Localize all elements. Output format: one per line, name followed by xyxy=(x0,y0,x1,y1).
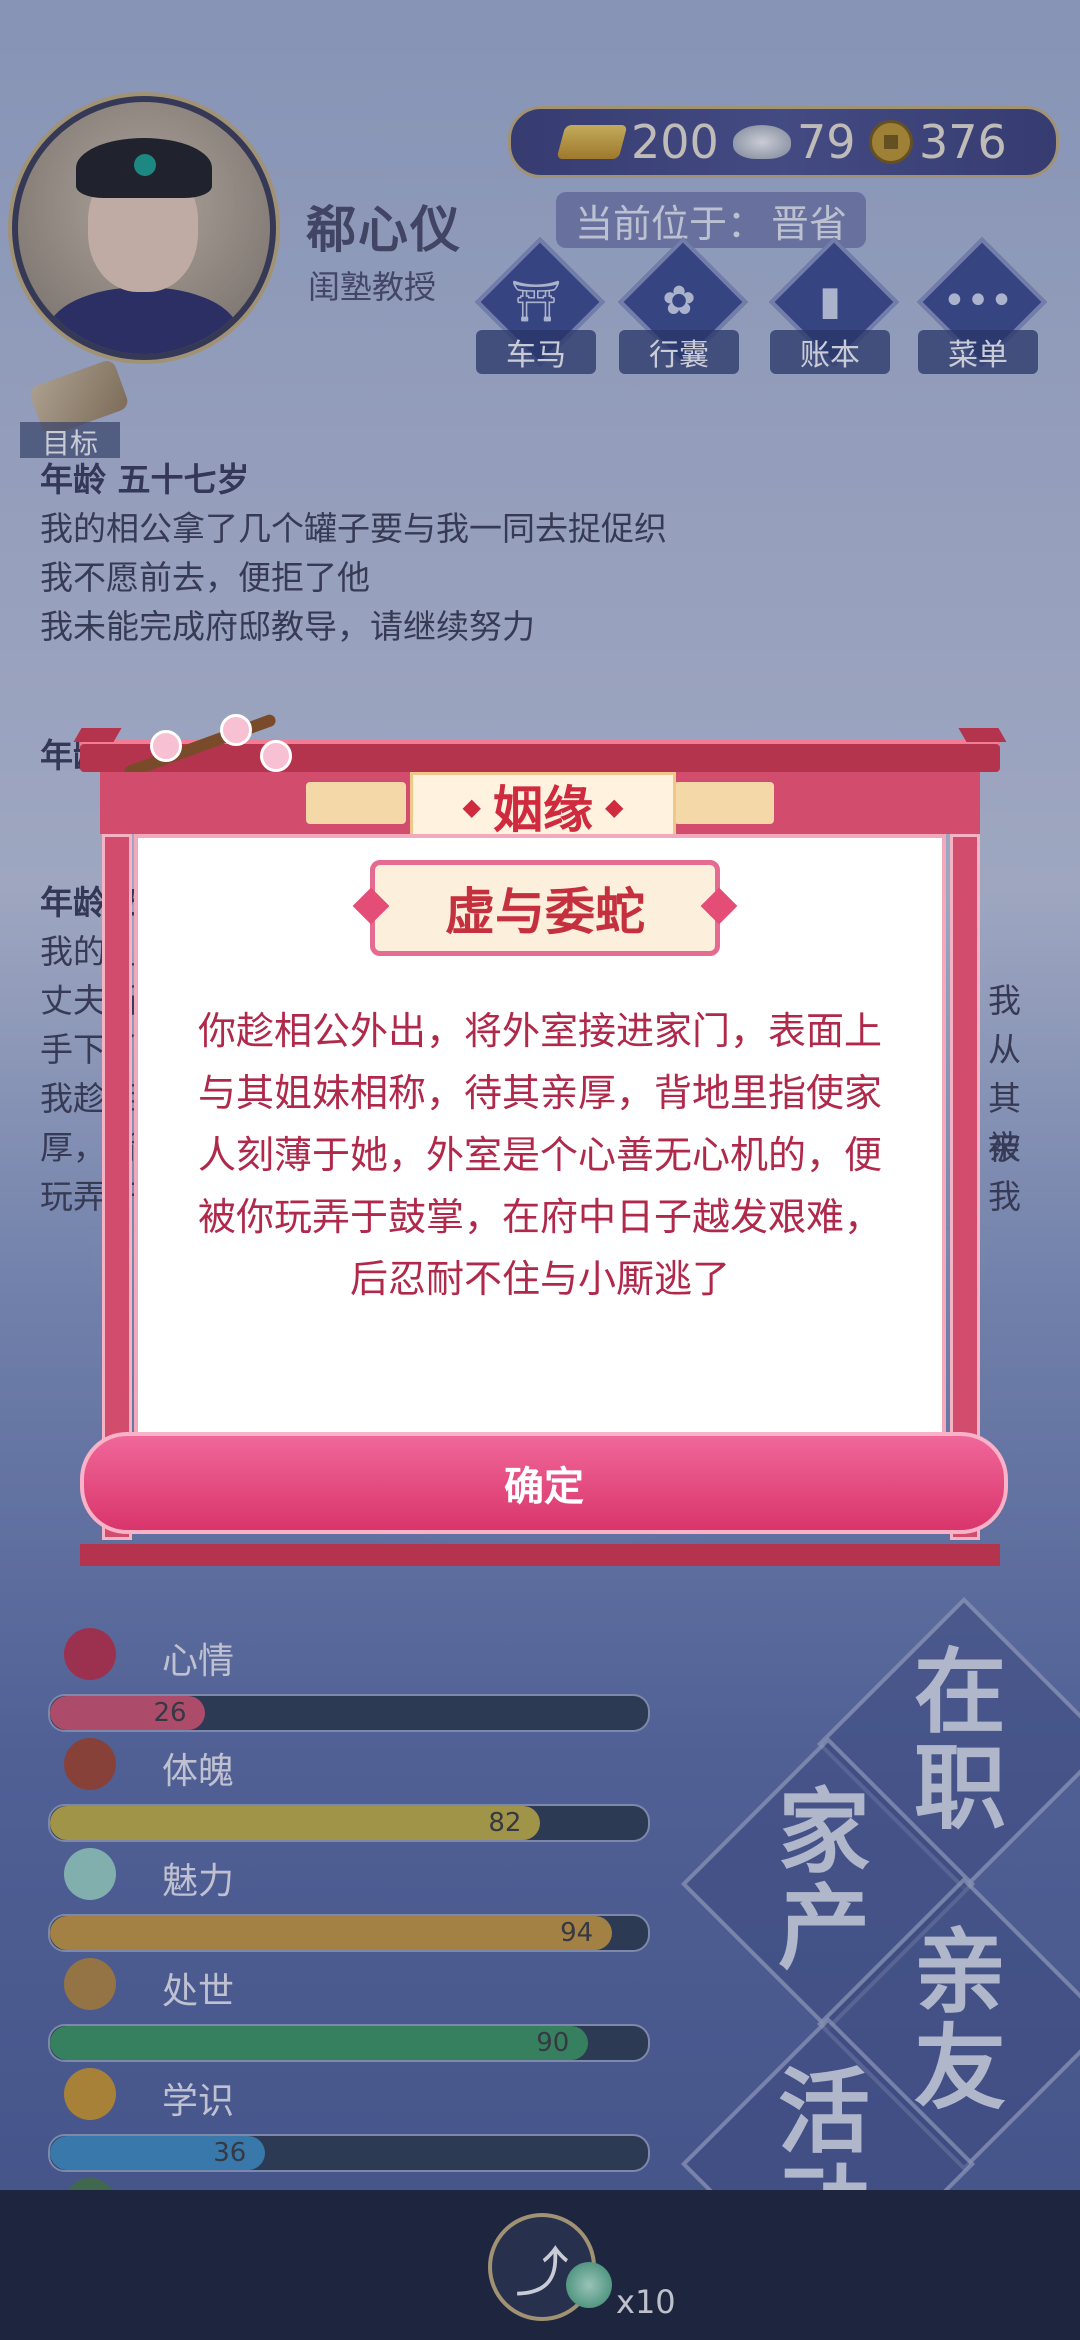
dialog-base xyxy=(80,1544,1000,1566)
dialog-category: ◆ 姻缘 ◆ xyxy=(410,772,676,840)
dialog-heading: 虚与委蛇 xyxy=(370,860,720,956)
dialog-story: 你趁相公外出，将外室接进家门，表面上与其姐妹相称，待其亲厚，背地里指使家人刻薄于… xyxy=(198,1009,883,1301)
confirm-button[interactable]: 确定 xyxy=(80,1432,1008,1534)
marriage-event-dialog: ◆ 姻缘 ◆ 虚与委蛇 你趁相公外出，将外室接进家门，表面上与其姐妹相称，待其亲厚，… xyxy=(80,700,1008,1570)
